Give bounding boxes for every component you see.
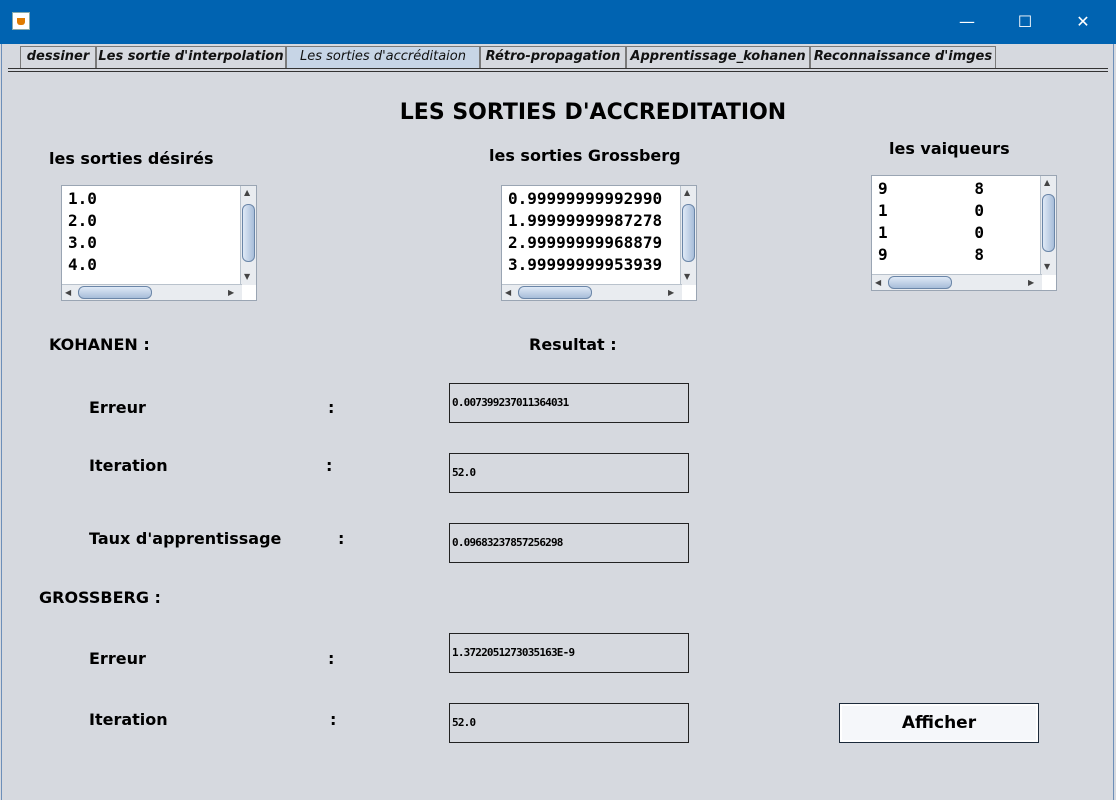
tab-apprentissage-kohanen[interactable]: Apprentissage_kohanen	[626, 46, 810, 68]
scroll-up-icon[interactable]: ▲	[684, 188, 690, 198]
tab-accreditation[interactable]: Les sorties d'accréditaion	[286, 46, 480, 68]
colon: :	[328, 398, 335, 417]
desired-outputs-label: les sorties désirés	[49, 149, 214, 168]
desired-outputs-list[interactable]: 1.0 2.0 3.0 4.0 ▲ ▼ ◀ ▶	[61, 185, 257, 301]
afficher-button[interactable]: Afficher	[839, 703, 1039, 743]
colon: :	[330, 710, 337, 729]
horizontal-scrollbar[interactable]: ◀ ▶	[502, 284, 682, 300]
vertical-scrollbar[interactable]: ▲ ▼	[240, 186, 256, 285]
kohanen-taux-label: Taux d'apprentissage	[89, 529, 282, 548]
kohanen-iteration-label: Iteration	[89, 456, 168, 475]
grossberg-erreur-field[interactable]: 1.3722051273035163E-9	[449, 633, 689, 673]
scroll-up-icon[interactable]: ▲	[244, 188, 250, 198]
scroll-thumb[interactable]	[888, 276, 952, 289]
tab-divider	[8, 68, 1108, 69]
grossberg-erreur-label: Erreur	[89, 649, 146, 668]
scroll-up-icon[interactable]: ▲	[1044, 178, 1050, 188]
vertical-scrollbar[interactable]: ▲ ▼	[680, 186, 696, 285]
vertical-scrollbar[interactable]: ▲ ▼	[1040, 176, 1056, 275]
kohanen-erreur-field[interactable]: 0.007399237011364031	[449, 383, 689, 423]
scroll-thumb[interactable]	[518, 286, 592, 299]
winners-label: les vaiqueurs	[889, 139, 1010, 158]
grossberg-outputs-text: 0.99999999992990 1.99999999987278 2.9999…	[508, 189, 663, 274]
java-cup-icon	[12, 12, 30, 30]
scroll-left-icon[interactable]: ◀	[875, 278, 881, 288]
scroll-right-icon[interactable]: ▶	[668, 288, 674, 298]
grossberg-iteration-field[interactable]: 52.0	[449, 703, 689, 743]
kohanen-section-label: KOHANEN :	[49, 335, 150, 354]
kohanen-erreur-label: Erreur	[89, 398, 146, 417]
scroll-down-icon[interactable]: ▼	[244, 272, 250, 282]
close-button[interactable]: ✕	[1068, 8, 1098, 36]
resultat-section-label: Resultat :	[529, 335, 617, 354]
page-title: LES SORTIES D'ACCREDITATION	[399, 100, 787, 125]
scroll-down-icon[interactable]: ▼	[684, 272, 690, 282]
desired-outputs-text: 1.0 2.0 3.0 4.0	[68, 189, 97, 274]
scroll-thumb[interactable]	[242, 204, 255, 262]
grossberg-outputs-label: les sorties Grossberg	[489, 146, 681, 165]
scroll-thumb[interactable]	[682, 204, 695, 262]
tab-reconnaissance-images[interactable]: Reconnaissance d'imges	[810, 46, 996, 68]
scroll-thumb[interactable]	[1042, 194, 1055, 252]
kohanen-iteration-field[interactable]: 52.0	[449, 453, 689, 493]
colon: :	[338, 529, 345, 548]
tab-dessiner[interactable]: dessiner	[20, 46, 96, 68]
scroll-left-icon[interactable]: ◀	[505, 288, 511, 298]
winners-list[interactable]: 9 8 1 0 1 0 9 8 ▲ ▼ ◀ ▶	[871, 175, 1057, 291]
maximize-button[interactable]: ☐	[1010, 8, 1040, 36]
minimize-button[interactable]: —	[952, 8, 982, 36]
winners-text: 9 8 1 0 1 0 9 8	[878, 179, 984, 264]
grossberg-section-label: GROSSBERG :	[39, 588, 161, 607]
colon: :	[326, 456, 333, 475]
tab-interpolation[interactable]: Les sortie d'interpolation	[96, 46, 286, 68]
scroll-right-icon[interactable]: ▶	[228, 288, 234, 298]
tab-divider	[8, 71, 1108, 72]
colon: :	[328, 649, 335, 668]
kohanen-taux-field[interactable]: 0.09683237857256298	[449, 523, 689, 563]
horizontal-scrollbar[interactable]: ◀ ▶	[872, 274, 1042, 290]
grossberg-iteration-label: Iteration	[89, 710, 168, 729]
grossberg-outputs-list[interactable]: 0.99999999992990 1.99999999987278 2.9999…	[501, 185, 697, 301]
tab-retro-propagation[interactable]: Rétro-propagation	[480, 46, 626, 68]
scroll-thumb[interactable]	[78, 286, 152, 299]
scroll-right-icon[interactable]: ▶	[1028, 278, 1034, 288]
window-titlebar: — ☐ ✕	[0, 0, 1116, 44]
horizontal-scrollbar[interactable]: ◀ ▶	[62, 284, 242, 300]
scroll-down-icon[interactable]: ▼	[1044, 262, 1050, 272]
scroll-left-icon[interactable]: ◀	[65, 288, 71, 298]
